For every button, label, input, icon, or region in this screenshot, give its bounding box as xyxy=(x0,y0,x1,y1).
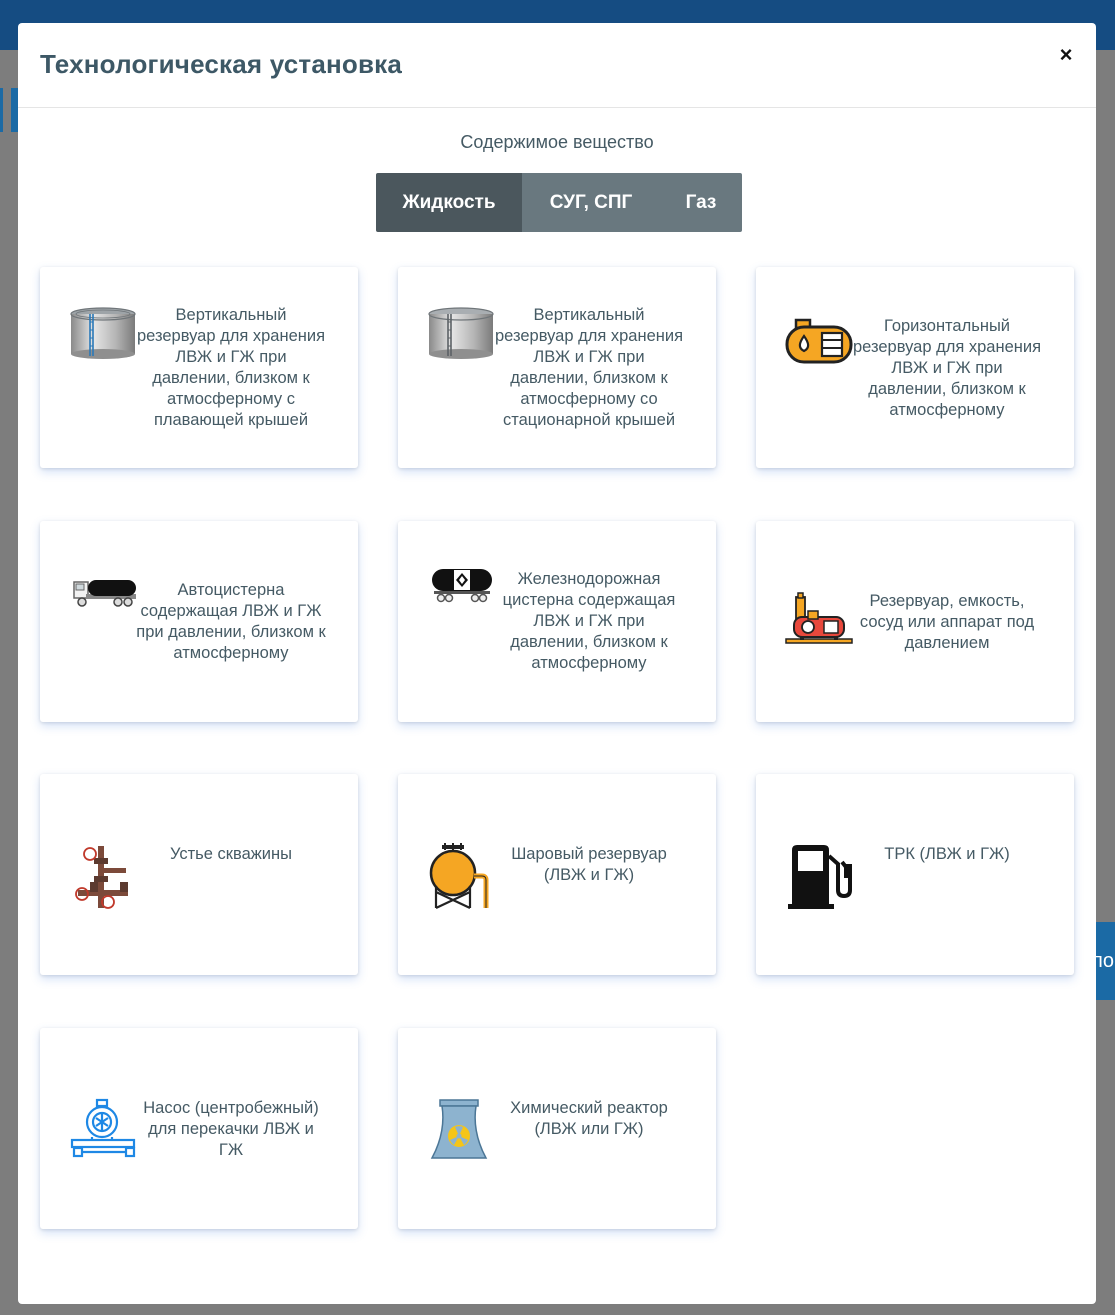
fuel-dispenser-icon xyxy=(786,842,856,912)
card-label: Химический реактор (ЛВЖ или ГЖ) xyxy=(510,1099,668,1138)
substance-selector: Жидкость СУГ, СПГ Газ xyxy=(376,173,742,232)
background-button xyxy=(0,88,3,132)
card-pressure-vessel[interactable]: Резервуар, емкость, сосуд или аппарат по… xyxy=(756,521,1074,722)
background-side-button: по xyxy=(1096,922,1115,1000)
card-label: Устье скважины xyxy=(170,845,292,863)
card-chemical-reactor[interactable]: Химический реактор (ЛВЖ или ГЖ) xyxy=(398,1028,716,1229)
background-side-button-label: по xyxy=(1096,950,1114,972)
close-button[interactable]: × xyxy=(1056,43,1076,67)
card-horizontal-tank[interactable]: Горизонтальный резервуар для хранения ЛВ… xyxy=(756,267,1074,468)
card-label: Автоцистерна содержащая ЛВЖ и ГЖ при дав… xyxy=(136,581,326,662)
modal-title: Технологическая установка xyxy=(40,49,403,79)
modal-header: Технологическая установка × xyxy=(18,23,1096,108)
substance-option-lpg-lng[interactable]: СУГ, СПГ xyxy=(522,173,660,232)
card-fuel-dispenser[interactable]: ТРК (ЛВЖ и ГЖ) xyxy=(756,774,1074,975)
card-label: Резервуар, емкость, сосуд или аппарат по… xyxy=(859,592,1035,652)
card-label: ТРК (ЛВЖ и ГЖ) xyxy=(884,845,1010,863)
card-label: Железнодорожная цистерна содержащая ЛВЖ … xyxy=(502,570,676,672)
card-label: Насос (центробежный) для перекачки ЛВЖ и… xyxy=(143,1099,319,1159)
rail-tank-car-icon xyxy=(430,551,500,621)
horizontal-tank-icon xyxy=(784,312,854,382)
substance-option-liquid[interactable]: Жидкость xyxy=(376,173,522,232)
vertical-tank-floating-roof-icon xyxy=(68,300,138,370)
wellhead-icon xyxy=(72,842,142,912)
card-label: Вертикальный резервуар для хранения ЛВЖ … xyxy=(494,306,684,429)
card-label: Шаровый резервуар (ЛВЖ и ГЖ) xyxy=(511,845,667,884)
card-vertical-tank-fixed-roof[interactable]: Вертикальный резервуар для хранения ЛВЖ … xyxy=(398,267,716,468)
card-rail-tank-car[interactable]: Железнодорожная цистерна содержащая ЛВЖ … xyxy=(398,521,716,722)
substance-label: Содержимое вещество xyxy=(460,132,654,152)
substance-option-gas[interactable]: Газ xyxy=(660,173,742,232)
card-label: Горизонтальный резервуар для хранения ЛВ… xyxy=(852,317,1042,419)
card-spherical-tank[interactable]: Шаровый резервуар (ЛВЖ и ГЖ) xyxy=(398,774,716,975)
card-wellhead[interactable]: Устье скважины xyxy=(40,774,358,975)
chemical-reactor-icon xyxy=(428,1096,498,1166)
vertical-tank-fixed-roof-icon xyxy=(426,300,496,370)
installation-modal: Технологическая установка × Содержимое в… xyxy=(18,23,1096,1304)
spherical-tank-icon xyxy=(428,842,498,912)
card-tank-truck[interactable]: Автоцистерна содержащая ЛВЖ и ГЖ при дав… xyxy=(40,521,358,722)
card-label: Вертикальный резервуар для хранения ЛВЖ … xyxy=(136,306,326,429)
card-centrifugal-pump[interactable]: Насос (центробежный) для перекачки ЛВЖ и… xyxy=(40,1028,358,1229)
centrifugal-pump-icon xyxy=(70,1096,140,1166)
card-vertical-tank-floating-roof[interactable]: Вертикальный резервуар для хранения ЛВЖ … xyxy=(40,267,358,468)
tank-truck-icon xyxy=(72,564,142,634)
pressure-vessel-icon xyxy=(784,583,854,653)
